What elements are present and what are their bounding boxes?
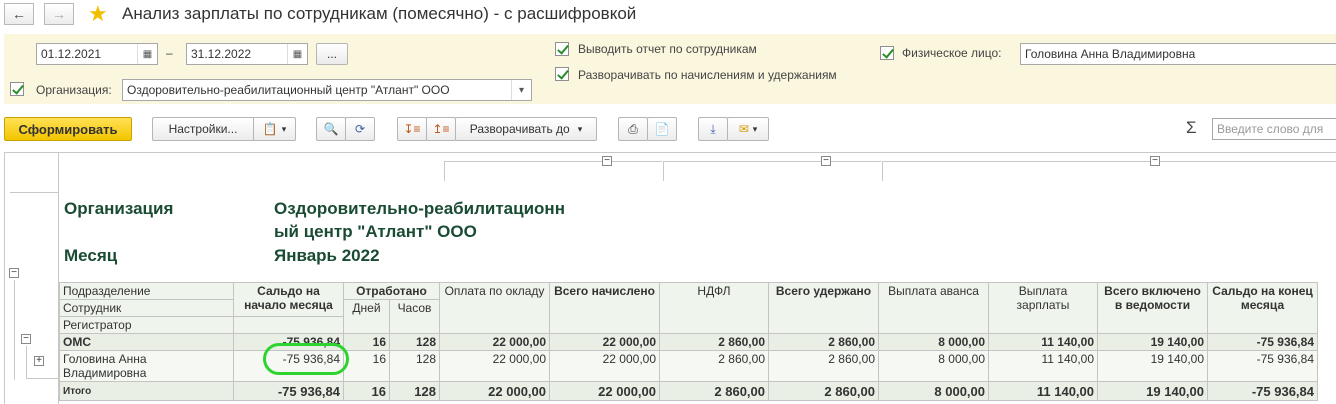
expand-accruals-checkbox[interactable] (555, 67, 569, 81)
highlight-annotation (263, 343, 349, 375)
sort-asc-button[interactable]: ↥≡ (426, 117, 456, 141)
sort-desc-button[interactable]: ↧≡ (397, 117, 427, 141)
expand-to-label: Разворачивать до (469, 122, 570, 136)
send-email-button[interactable]: ✉ ▾ (727, 117, 769, 141)
date-to-value: 31.12.2022 (191, 47, 252, 61)
date-to-input[interactable]: 31.12.2022 ▦ (186, 43, 308, 65)
date-separator: – (166, 46, 173, 60)
period-select-button[interactable]: ... (316, 43, 348, 65)
row-header-department: Подразделение (59, 282, 234, 300)
search-icon: 🔍 (323, 122, 339, 136)
calendar-icon[interactable]: ▦ (137, 44, 157, 64)
organization-label: Организация: (36, 83, 112, 97)
row-group-expand[interactable]: + (34, 356, 44, 366)
col-salary-pay: Оплата по окладу (439, 282, 550, 334)
search-next-icon: ⟳ (354, 122, 366, 136)
col-ndfl: НДФЛ (659, 282, 769, 334)
window-title: Анализ зарплаты по сотрудникам (помесячн… (122, 4, 637, 23)
col-worked: Отработано (343, 282, 440, 300)
organization-select[interactable]: Оздоровительно-реабилитационный центр "А… (122, 79, 532, 101)
col-advance-payment: Выплата аванса (878, 282, 989, 334)
row-group-collapse[interactable]: − (21, 334, 31, 344)
chevron-down-icon[interactable]: ▾ (511, 80, 531, 100)
date-from-input[interactable]: 01.12.2021 ▦ (36, 43, 158, 65)
row-group-collapse[interactable]: − (9, 268, 19, 278)
forward-button[interactable]: → (44, 3, 74, 25)
arrow-left-icon: ← (12, 6, 26, 22)
row-header-employee: Сотрудник (59, 299, 234, 317)
person-value: Головина Анна Владимировна (1025, 47, 1196, 61)
organization-value: Оздоровительно-реабилитационный центр "А… (127, 83, 450, 97)
person-checkbox[interactable] (880, 46, 894, 60)
preview-button[interactable]: 📄 (647, 117, 677, 141)
report-month-label: Месяц (64, 246, 118, 265)
generate-button[interactable]: Сформировать (4, 117, 132, 141)
col-total-accrued: Всего начислено (549, 282, 660, 334)
search-input[interactable]: Введите слово для (1212, 118, 1336, 140)
column-group-collapse[interactable]: − (602, 156, 612, 166)
organization-checkbox[interactable] (10, 82, 24, 96)
save-button[interactable]: ⤓ (698, 117, 728, 141)
printer-icon: ⎙ (628, 121, 638, 136)
total-row: Итого -75 936,84 16 128 22 000,00 22 000… (59, 381, 1318, 401)
col-hours: Часов (389, 299, 440, 334)
calendar-icon[interactable]: ▦ (287, 44, 307, 64)
col-salary-payment: Выплата зарплаты (988, 282, 1098, 334)
column-group-collapse[interactable]: − (1150, 156, 1160, 166)
envelope-icon: ✉ (738, 122, 749, 136)
sort-ascending-icon: ↥≡ (432, 122, 450, 136)
find-button[interactable]: 🔍 (316, 117, 346, 141)
chevron-down-icon: ▾ (281, 123, 287, 134)
employee-name[interactable]: Головина Анна Владимировна (59, 350, 234, 382)
show-by-employees-label: Выводить отчет по сотрудникам (578, 42, 757, 56)
date-from-value: 01.12.2021 (41, 47, 102, 61)
table-row[interactable]: ОМС -75 936,84 16 128 22 000,00 22 000,0… (59, 333, 1318, 351)
settings-button[interactable]: Настройки... (152, 117, 254, 141)
col-days: Дней (343, 299, 390, 334)
report-month-value: Январь 2022 (274, 246, 380, 265)
report-table: Подразделение Сальдо на начало месяца От… (59, 282, 1318, 401)
report-org-label: Организация (64, 199, 174, 218)
find-next-button[interactable]: ⟳ (345, 117, 375, 141)
print-preview-icon: 📄 (654, 122, 670, 136)
chevron-down-icon: ▾ (577, 123, 583, 134)
expand-accruals-label: Разворачивать по начислениям и удержания… (578, 68, 837, 82)
variant-button[interactable]: 📋 ▾ (253, 117, 296, 141)
arrow-right-icon: → (52, 6, 66, 22)
report-org-value-line2: ый центр "Атлант" ООО (274, 222, 477, 241)
chevron-down-icon: ▾ (752, 123, 758, 134)
col-closing-balance: Сальдо на конец месяца (1207, 282, 1318, 334)
show-by-employees-checkbox[interactable] (555, 42, 569, 56)
person-label: Физическое лицо: (902, 46, 1002, 60)
table-row[interactable]: Головина Анна Владимировна -75 936,84 16… (59, 350, 1318, 382)
col-total-withheld: Всего удержано (768, 282, 879, 334)
star-icon[interactable]: ★ (88, 1, 108, 27)
column-group-collapse[interactable]: − (821, 156, 831, 166)
print-button[interactable]: ⎙ (618, 117, 648, 141)
report-org-value-line1: Оздоровительно-реабилитационн (274, 199, 565, 218)
col-total-in-statement: Всего включено в ведомости (1097, 282, 1208, 334)
back-button[interactable]: ← (4, 3, 34, 25)
person-input[interactable]: Головина Анна Владимировна (1020, 43, 1336, 65)
expand-to-button[interactable]: Разворачивать до ▾ (455, 117, 597, 141)
sort-descending-icon: ↧≡ (403, 122, 421, 136)
sum-icon[interactable]: Σ (1186, 118, 1197, 138)
col-opening-balance: Сальдо на начало месяца (233, 282, 344, 317)
row-header-registrar: Регистратор (59, 316, 234, 334)
download-icon: ⤓ (710, 121, 716, 136)
report-variant-icon: 📋 (262, 122, 278, 136)
